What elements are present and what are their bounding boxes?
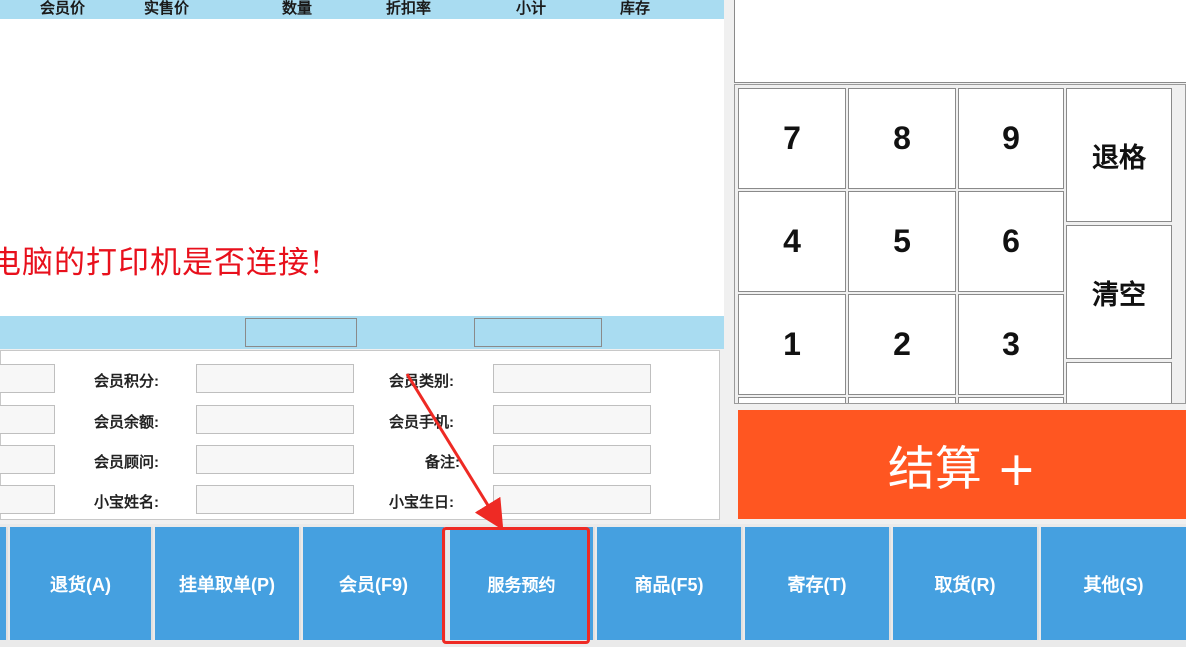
- key-1[interactable]: 1: [738, 294, 846, 395]
- member-type-field[interactable]: [493, 364, 651, 393]
- col-sale-price: 实售价: [144, 0, 190, 17]
- hold-order-button[interactable]: 挂单取单(P): [155, 527, 301, 640]
- member-left-field-2[interactable]: [0, 405, 55, 434]
- key-8[interactable]: 8: [848, 88, 956, 189]
- key-6[interactable]: 6: [958, 191, 1064, 292]
- goods-button[interactable]: 商品(F5): [597, 527, 743, 640]
- baby-birthday-field[interactable]: [493, 485, 651, 514]
- key-4[interactable]: 4: [738, 191, 846, 292]
- remark-field[interactable]: [493, 445, 651, 474]
- member-balance-label: 会员余额:: [94, 414, 159, 431]
- amount-display: [734, 0, 1186, 83]
- col-stock: 库存: [620, 0, 651, 17]
- return-button[interactable]: 退货(A): [10, 527, 153, 640]
- keypad-row4-key-2[interactable]: [848, 397, 956, 403]
- keypad-row4-key-3[interactable]: [958, 397, 1064, 403]
- member-left-field-3[interactable]: [0, 445, 55, 474]
- clear-key[interactable]: 清空: [1066, 225, 1172, 359]
- deposit-button[interactable]: 寄存(T): [745, 527, 891, 640]
- member-type-label: 会员类别:: [389, 373, 454, 390]
- checkout-button[interactable]: 结算 +: [738, 410, 1186, 519]
- status-field-2: [474, 318, 602, 347]
- key-3[interactable]: 3: [958, 294, 1064, 395]
- baby-name-field[interactable]: [196, 485, 354, 514]
- keypad-row4-key-1[interactable]: [738, 397, 846, 403]
- member-left-field-4[interactable]: [0, 485, 55, 514]
- printer-warning: 电脑的打印机是否连接!: [0, 245, 324, 281]
- baby-name-label: 小宝姓名:: [94, 494, 159, 511]
- key-9[interactable]: 9: [958, 88, 1064, 189]
- member-points-label: 会员积分:: [94, 373, 159, 390]
- baby-birthday-label: 小宝生日:: [389, 494, 454, 511]
- member-left-field-1[interactable]: [0, 364, 55, 393]
- highlight-box: [442, 527, 590, 644]
- status-bar: [0, 316, 724, 349]
- col-discount: 折扣率: [386, 0, 432, 17]
- member-advisor-label: 会员顾问:: [94, 454, 159, 471]
- cart-table-header: 会员价 实售价 数量 折扣率 小计 库存: [0, 0, 724, 19]
- col-subtotal: 小计: [516, 0, 547, 17]
- function-button-partial[interactable]: [0, 527, 8, 640]
- pickup-button[interactable]: 取货(R): [893, 527, 1039, 640]
- key-7[interactable]: 7: [738, 88, 846, 189]
- member-advisor-field[interactable]: [196, 445, 354, 474]
- member-phone-label: 会员手机:: [389, 414, 454, 431]
- member-info-panel: 会员积分: 会员类别: 会员余额: 会员手机: 会员顾问: 备注: 小宝姓名: …: [0, 350, 720, 520]
- key-2[interactable]: 2: [848, 294, 956, 395]
- key-5[interactable]: 5: [848, 191, 956, 292]
- backspace-key[interactable]: 退格: [1066, 88, 1172, 222]
- numeric-keypad: 7 8 9 退格 4 5 6 清空 1 2 3: [734, 84, 1186, 404]
- other-button[interactable]: 其他(S): [1041, 527, 1186, 640]
- remark-label: 备注:: [425, 454, 460, 471]
- status-field-1: [245, 318, 357, 347]
- keypad-extra-key[interactable]: [1066, 362, 1172, 403]
- member-button[interactable]: 会员(F9): [303, 527, 446, 640]
- col-member-price: 会员价: [40, 0, 86, 17]
- col-quantity: 数量: [282, 0, 313, 17]
- member-points-field[interactable]: [196, 364, 354, 393]
- member-balance-field[interactable]: [196, 405, 354, 434]
- member-phone-field[interactable]: [493, 405, 651, 434]
